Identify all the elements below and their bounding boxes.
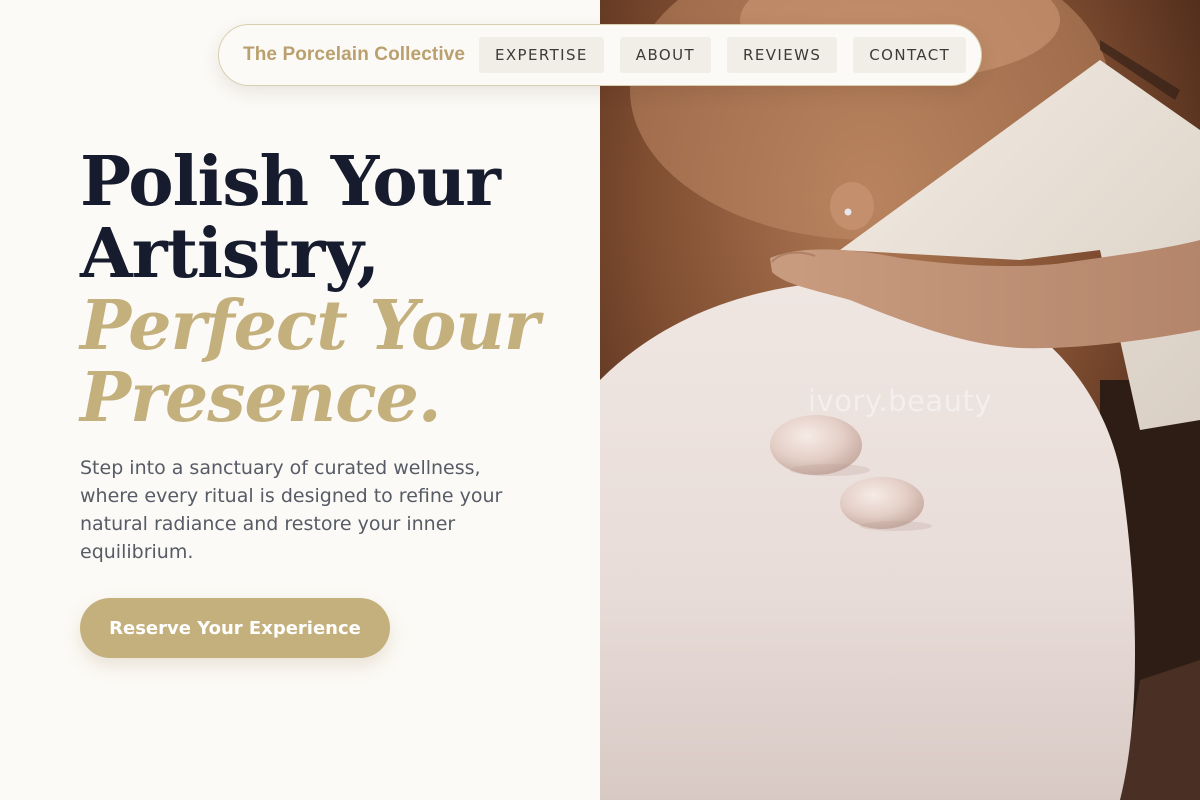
nav-link-reviews[interactable]: REVIEWS: [727, 37, 838, 73]
headline-line-1: Polish Your: [80, 142, 501, 222]
top-navigation: The Porcelain Collective EXPERTISE ABOUT…: [218, 24, 982, 86]
nav-link-about[interactable]: ABOUT: [619, 37, 712, 73]
reserve-experience-button[interactable]: Reserve Your Experience: [80, 598, 390, 658]
hero-headline: Polish Your Artistry, Perfect Your Prese…: [80, 146, 580, 434]
nav-link-expertise[interactable]: EXPERTISE: [479, 37, 604, 73]
hero-description: Step into a sanctuary of curated wellnes…: [80, 457, 503, 563]
headline-accent-line-1: Perfect Your: [80, 286, 540, 366]
nav-link-contact[interactable]: CONTACT: [853, 37, 967, 73]
hero-photo: [600, 0, 1200, 800]
headline-accent-line-2: Presence.: [80, 358, 442, 438]
nav-links: EXPERTISE ABOUT REVIEWS CONTACT: [479, 37, 967, 73]
brand-logo-text[interactable]: The Porcelain Collective: [243, 44, 479, 66]
headline-line-2: Artistry,: [80, 214, 380, 294]
massage-photo-illustration: [600, 0, 1200, 800]
